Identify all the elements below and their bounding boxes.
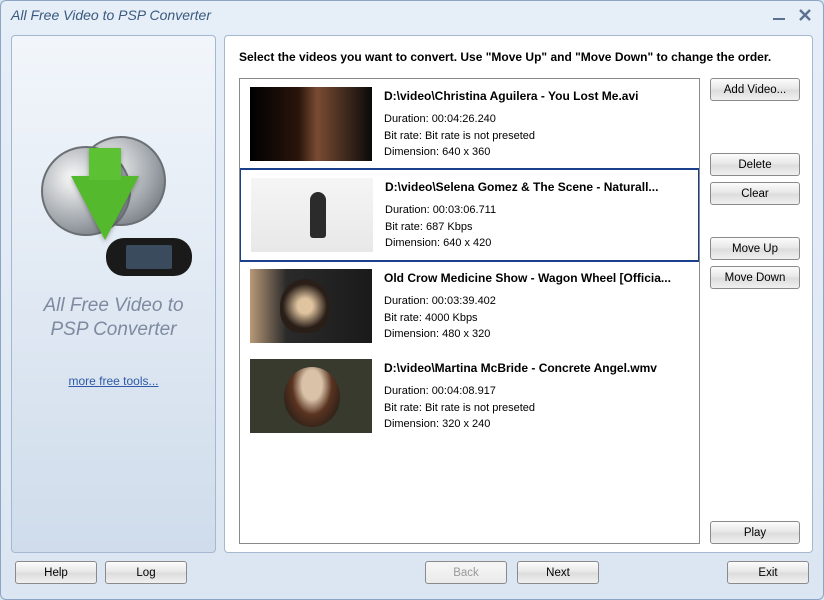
instruction-text: Select the videos you want to convert. U… <box>239 50 800 64</box>
app-logo <box>41 136 186 276</box>
video-dimension: Dimension: 640 x 360 <box>384 144 689 161</box>
app-name-line2: PSP Converter <box>43 318 183 342</box>
close-icon[interactable] <box>797 7 813 23</box>
more-tools-link[interactable]: more free tools... <box>68 374 158 388</box>
video-item[interactable]: D:\video\Martina McBride - Concrete Ange… <box>240 351 699 441</box>
add-video-button[interactable]: Add Video... <box>710 78 800 101</box>
video-dimension: Dimension: 320 x 240 <box>384 416 689 433</box>
play-button[interactable]: Play <box>710 521 800 544</box>
video-thumbnail <box>250 269 372 343</box>
video-info: D:\video\Christina Aguilera - You Lost M… <box>384 87 689 161</box>
video-duration: Duration: 00:04:08.917 <box>384 383 689 400</box>
side-buttons: Add Video... Delete Clear Move Up Move D… <box>710 78 800 544</box>
video-info: Old Crow Medicine Show - Wagon Wheel [Of… <box>384 269 689 343</box>
video-title: Old Crow Medicine Show - Wagon Wheel [Of… <box>384 271 689 285</box>
titlebar: All Free Video to PSP Converter <box>1 1 823 29</box>
exit-button[interactable]: Exit <box>727 561 809 584</box>
video-title: D:\video\Martina McBride - Concrete Ange… <box>384 361 689 375</box>
video-item[interactable]: D:\video\Selena Gomez & The Scene - Natu… <box>239 168 700 262</box>
video-info: D:\video\Selena Gomez & The Scene - Natu… <box>385 178 688 252</box>
video-bitrate: Bit rate: 4000 Kbps <box>384 310 689 327</box>
video-bitrate: Bit rate: 687 Kbps <box>385 219 688 236</box>
window-title: All Free Video to PSP Converter <box>11 7 211 23</box>
video-bitrate: Bit rate: Bit rate is not preseted <box>384 128 689 145</box>
video-dimension: Dimension: 480 x 320 <box>384 326 689 343</box>
video-title: D:\video\Christina Aguilera - You Lost M… <box>384 89 689 103</box>
video-thumbnail <box>251 178 373 252</box>
main-panel: Select the videos you want to convert. U… <box>224 35 813 553</box>
move-down-button[interactable]: Move Down <box>710 266 800 289</box>
app-name-line1: All Free Video to <box>43 294 183 318</box>
video-item[interactable]: Old Crow Medicine Show - Wagon Wheel [Of… <box>240 261 699 351</box>
move-up-button[interactable]: Move Up <box>710 237 800 260</box>
back-button[interactable]: Back <box>425 561 507 584</box>
clear-button[interactable]: Clear <box>710 182 800 205</box>
video-bitrate: Bit rate: Bit rate is not preseted <box>384 400 689 417</box>
sidebar: All Free Video to PSP Converter more fre… <box>11 35 216 553</box>
app-name: All Free Video to PSP Converter <box>43 294 183 342</box>
video-thumbnail <box>250 87 372 161</box>
video-info: D:\video\Martina McBride - Concrete Ange… <box>384 359 689 433</box>
video-duration: Duration: 00:03:06.711 <box>385 202 688 219</box>
minimize-icon[interactable] <box>771 7 787 23</box>
video-title: D:\video\Selena Gomez & The Scene - Natu… <box>385 180 688 194</box>
video-thumbnail <box>250 359 372 433</box>
video-item[interactable]: D:\video\Christina Aguilera - You Lost M… <box>240 79 699 169</box>
delete-button[interactable]: Delete <box>710 153 800 176</box>
bottom-bar: Help Log Back Next Exit <box>1 553 823 592</box>
video-duration: Duration: 00:04:26.240 <box>384 111 689 128</box>
next-button[interactable]: Next <box>517 561 599 584</box>
video-dimension: Dimension: 640 x 420 <box>385 235 688 252</box>
help-button[interactable]: Help <box>15 561 97 584</box>
log-button[interactable]: Log <box>105 561 187 584</box>
video-duration: Duration: 00:03:39.402 <box>384 293 689 310</box>
video-list[interactable]: D:\video\Christina Aguilera - You Lost M… <box>239 78 700 544</box>
app-window: All Free Video to PSP Converter All Free… <box>0 0 824 600</box>
